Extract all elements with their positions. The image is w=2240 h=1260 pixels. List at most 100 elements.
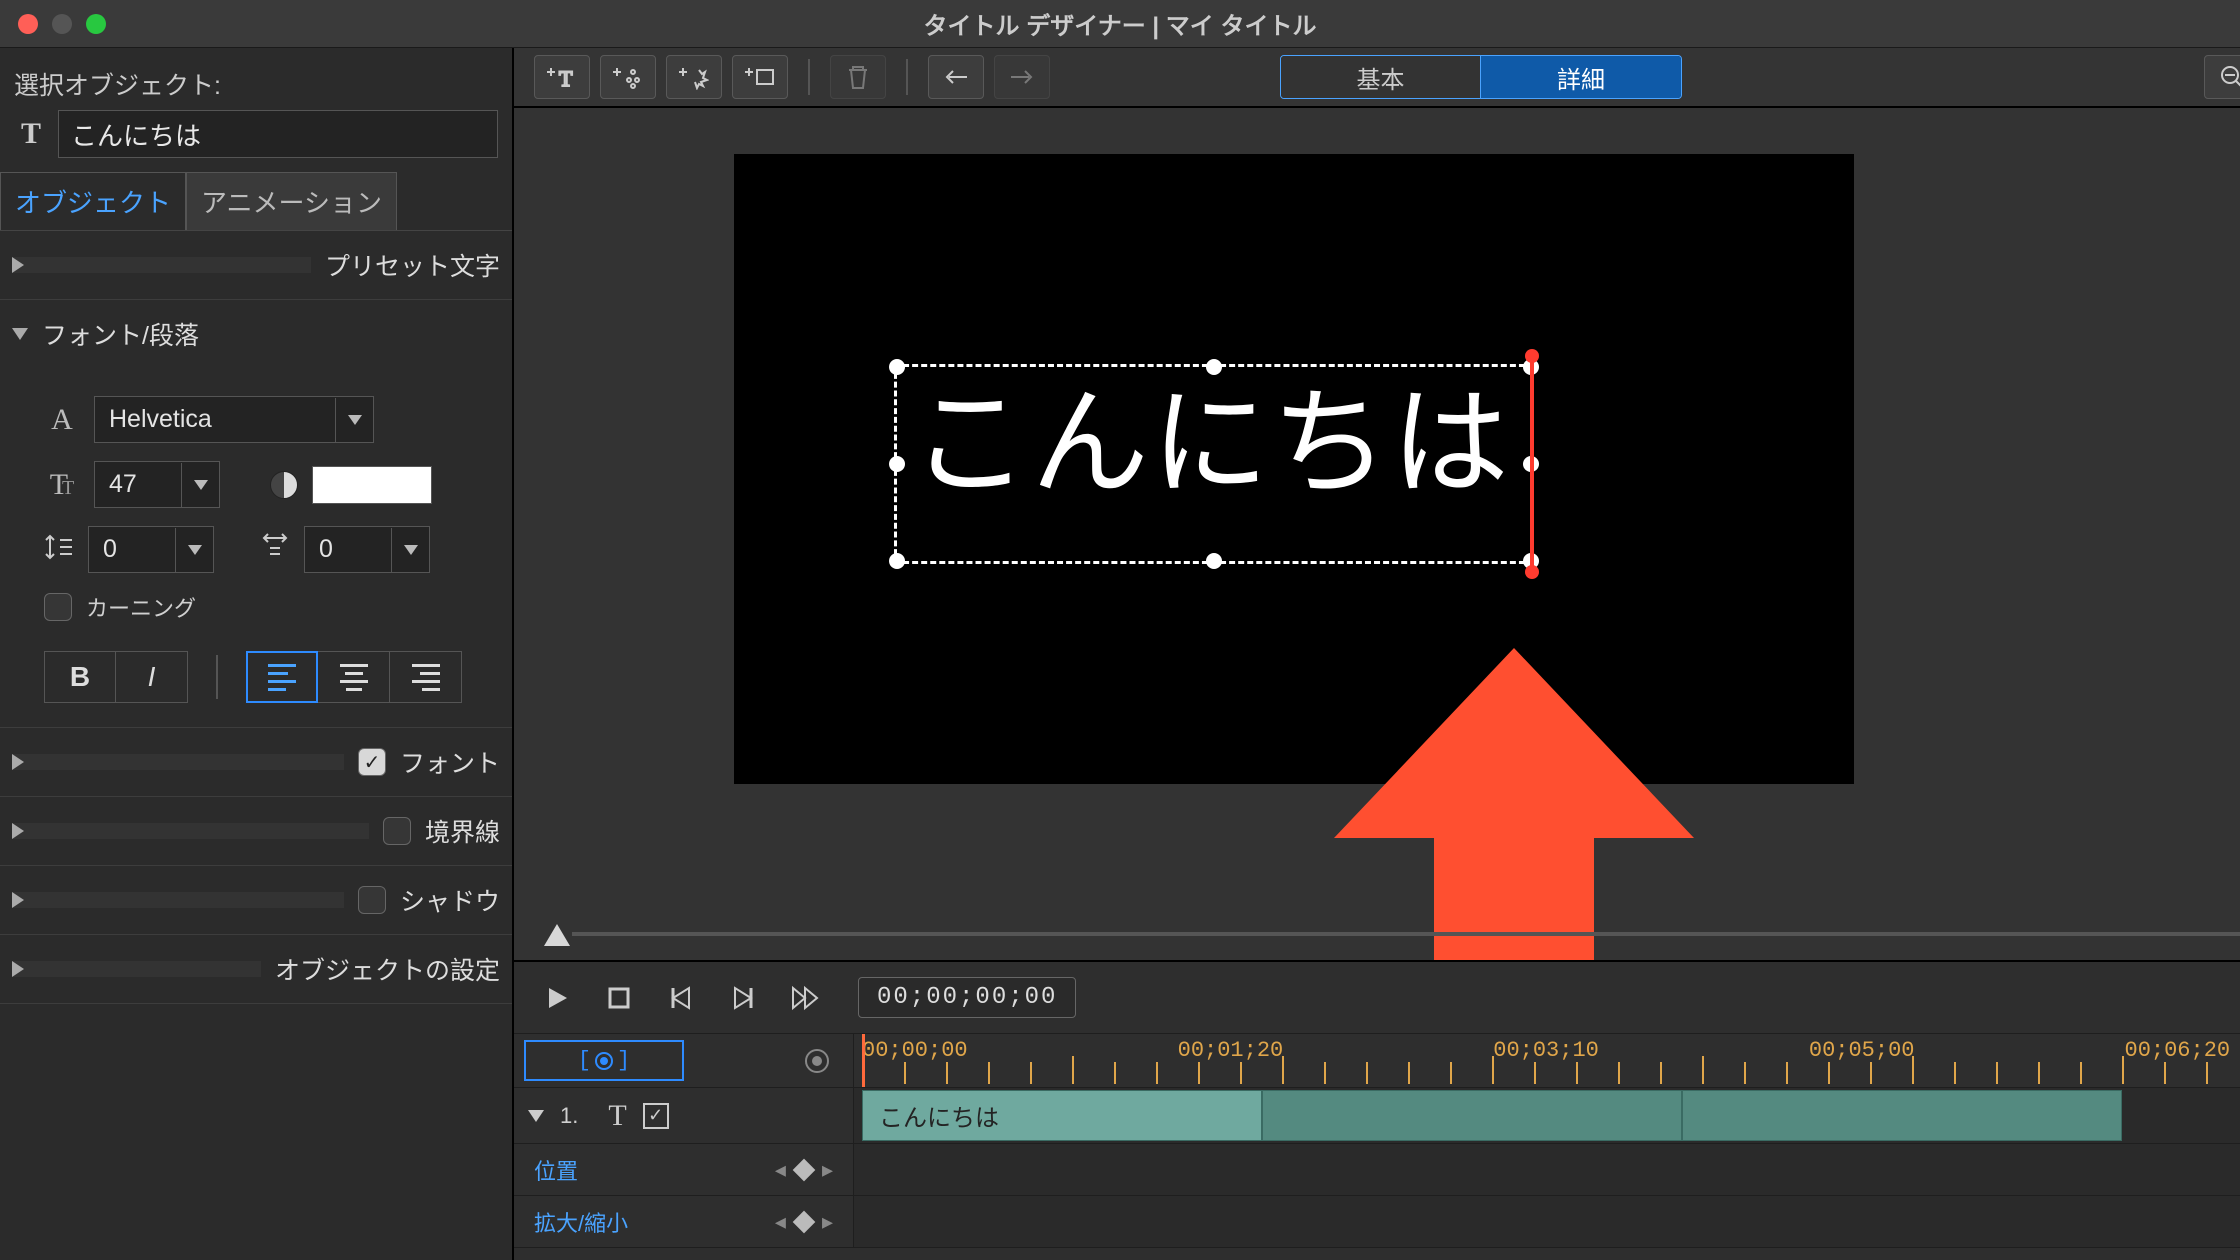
timeline-clip[interactable]: こんにちは — [862, 1090, 1262, 1141]
prev-frame-button[interactable] — [662, 979, 700, 1017]
canvas[interactable]: こんにちは — [734, 154, 1854, 784]
section-shadow[interactable]: シャドウ — [0, 866, 512, 934]
selected-object-name-input[interactable] — [58, 110, 498, 158]
prev-keyframe-icon[interactable]: ◂ — [775, 1157, 786, 1183]
disclosure-down-icon — [12, 328, 28, 340]
font-family-icon: A — [44, 403, 80, 437]
delete-button — [830, 55, 886, 99]
track-visible-checkbox[interactable]: ✓ — [643, 1103, 669, 1129]
section-border[interactable]: 境界線 — [0, 797, 512, 865]
section-label: フォント — [400, 744, 500, 780]
resize-handle[interactable] — [889, 359, 905, 375]
timecode-display[interactable]: 00;00;00;00 — [858, 977, 1076, 1018]
kerning-checkbox[interactable]: カーニング — [44, 591, 492, 623]
property-position[interactable]: 位置 ◂ ▸ — [514, 1144, 854, 1195]
stop-button[interactable] — [600, 979, 638, 1017]
title-text-object[interactable]: こんにちは — [894, 364, 1534, 564]
timeline-clip[interactable] — [1262, 1090, 1682, 1141]
timeline-clip[interactable] — [1682, 1090, 2122, 1141]
property-lane[interactable] — [854, 1144, 2240, 1195]
add-shape-button[interactable] — [666, 55, 722, 99]
prev-keyframe-icon[interactable]: ◂ — [775, 1209, 786, 1235]
title-text-content[interactable]: こんにちは — [897, 367, 1531, 503]
text-cursor — [1530, 355, 1534, 577]
text-cursor-cap — [1525, 565, 1539, 579]
redo-button — [994, 55, 1050, 99]
next-keyframe-icon[interactable]: ▸ — [822, 1157, 833, 1183]
section-font-paragraph[interactable]: フォント/段落 — [0, 300, 512, 368]
letter-spacing-dropdown[interactable]: 0 — [304, 526, 430, 573]
mode-segmented-control: 基本 詳細 — [1280, 55, 1682, 99]
checkbox-icon[interactable] — [383, 817, 411, 845]
add-text-button[interactable]: T — [534, 55, 590, 99]
scrub-handle-icon[interactable] — [544, 924, 570, 946]
playback-controls: 00;00;00;00 — [514, 962, 2240, 1034]
section-label: オブジェクトの設定 — [275, 951, 500, 987]
track-lane[interactable]: こんにちは — [854, 1088, 2240, 1143]
next-frame-button[interactable] — [724, 979, 762, 1017]
track-index: 1. — [560, 1103, 578, 1129]
mode-advanced-button[interactable]: 詳細 — [1481, 56, 1681, 98]
text-type-icon: T — [14, 117, 48, 151]
property-lane[interactable] — [854, 1196, 2240, 1247]
selected-object-label: 選択オブジェクト: — [14, 66, 498, 102]
track-header[interactable]: 1. T ✓ — [514, 1088, 854, 1143]
dropdown-caret-icon — [175, 528, 213, 572]
resize-handle[interactable] — [1206, 553, 1222, 569]
window-maximize-button[interactable] — [86, 14, 106, 34]
font-color-swatch[interactable] — [312, 466, 432, 504]
letter-spacing-value: 0 — [305, 527, 391, 572]
disclosure-right-icon — [12, 257, 311, 273]
play-button[interactable] — [538, 979, 576, 1017]
keyframe-mode-toggle[interactable]: [ ] — [524, 1040, 684, 1081]
properties-panel: 選択オブジェクト: T オブジェクト アニメーション プリセット文字 フォント/… — [0, 48, 514, 1260]
section-preset-characters[interactable]: プリセット文字 — [0, 231, 512, 299]
next-keyframe-icon[interactable]: ▸ — [822, 1209, 833, 1235]
font-size-icon: TT — [44, 468, 80, 502]
panel-tabs: オブジェクト アニメーション — [0, 172, 512, 230]
property-label: 位置 — [534, 1154, 578, 1186]
timeline-ruler[interactable]: 00;00;00 00;01;20 00;03;10 00;05;00 00;0… — [854, 1034, 2240, 1087]
undo-button[interactable] — [928, 55, 984, 99]
font-family-dropdown[interactable]: Helvetica — [94, 396, 374, 443]
opacity-icon — [270, 471, 298, 499]
add-keyframe-icon[interactable] — [793, 1210, 816, 1233]
resize-handle[interactable] — [889, 553, 905, 569]
add-image-button[interactable] — [732, 55, 788, 99]
tab-object[interactable]: オブジェクト — [0, 172, 186, 230]
tab-animation[interactable]: アニメーション — [186, 172, 397, 230]
bold-button[interactable]: B — [44, 651, 116, 703]
section-object-settings[interactable]: オブジェクトの設定 — [0, 935, 512, 1003]
section-font-toggle[interactable]: ✓ フォント — [0, 728, 512, 796]
resize-handle[interactable] — [1206, 359, 1222, 375]
line-spacing-dropdown[interactable]: 0 — [88, 526, 214, 573]
add-keyframe-icon[interactable] — [793, 1158, 816, 1181]
font-size-dropdown[interactable]: 47 — [94, 461, 220, 508]
window-minimize-button[interactable] — [52, 14, 72, 34]
zoom-out-button[interactable] — [2204, 55, 2240, 99]
clip-label: こんにちは — [879, 1098, 999, 1133]
add-particles-button[interactable] — [600, 55, 656, 99]
scrub-bar[interactable] — [572, 932, 2240, 936]
align-left-button[interactable] — [246, 651, 318, 703]
keyframe-indicator-icon[interactable] — [805, 1049, 829, 1073]
mode-basic-button[interactable]: 基本 — [1281, 56, 1481, 98]
checkbox-checked-icon[interactable]: ✓ — [358, 748, 386, 776]
checkbox-icon[interactable] — [358, 886, 386, 914]
property-scale[interactable]: 拡大/縮小 ◂ ▸ — [514, 1196, 854, 1247]
align-right-button[interactable] — [390, 651, 462, 703]
dropdown-caret-icon — [391, 528, 429, 572]
section-label: シャドウ — [400, 882, 500, 918]
fast-forward-button[interactable] — [786, 979, 824, 1017]
window-close-button[interactable] — [18, 14, 38, 34]
stage-area[interactable]: こんにちは — [514, 108, 2240, 960]
italic-button[interactable]: I — [116, 651, 188, 703]
letter-spacing-icon — [260, 532, 290, 568]
disclosure-right-icon — [12, 823, 369, 839]
playhead-line[interactable] — [862, 1034, 865, 1087]
line-spacing-icon — [44, 532, 74, 568]
align-center-button[interactable] — [318, 651, 390, 703]
dropdown-caret-icon — [335, 398, 373, 442]
resize-handle[interactable] — [889, 456, 905, 472]
text-type-icon: T — [608, 1099, 626, 1133]
